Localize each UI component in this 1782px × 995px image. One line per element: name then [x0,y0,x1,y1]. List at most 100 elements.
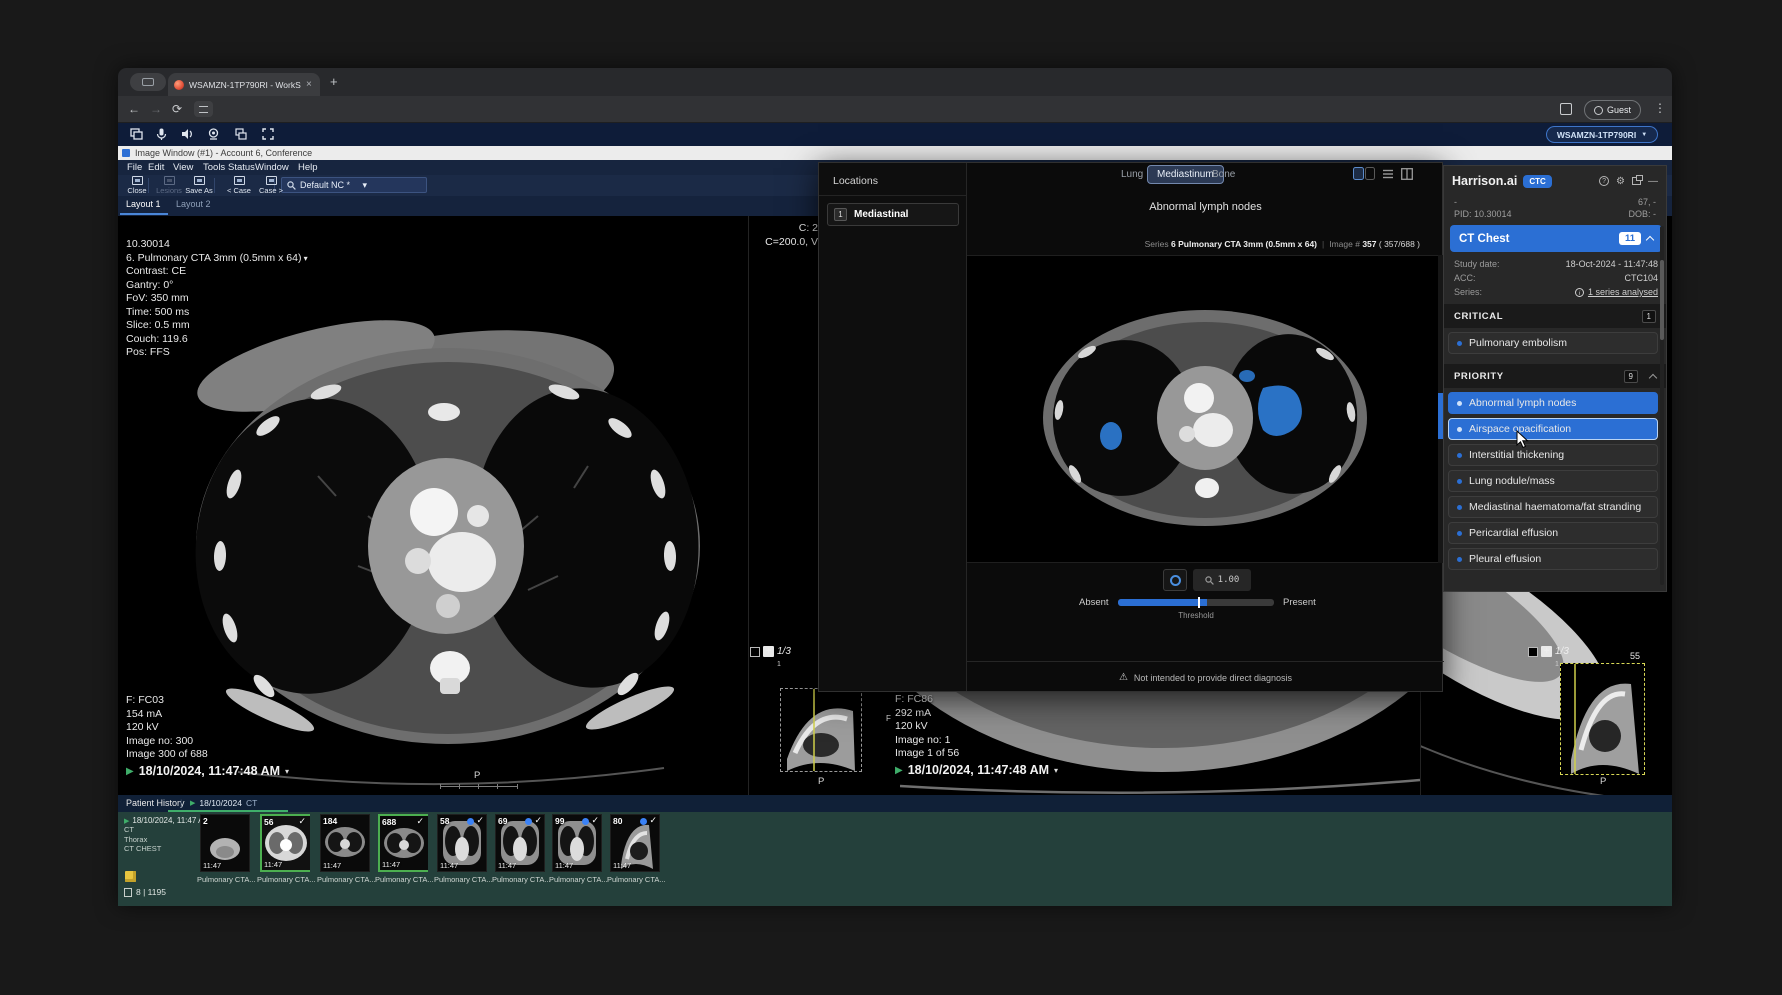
address-bar-icon[interactable] [194,101,213,117]
session-line: Thorax [124,835,202,845]
expand-stack-icon[interactable]: + [763,646,774,657]
tab-patient-history[interactable]: Patient History [126,798,185,808]
finding-item-mediastinal-haematoma-fat-stranding[interactable]: Mediastinal haematoma/fat stranding [1448,496,1658,518]
help-icon[interactable]: ? [1599,176,1609,186]
series-thumbnail-56[interactable]: 5611:47✓ [260,814,310,872]
finding-item-lung-nodule-mass[interactable]: Lung nodule/mass [1448,470,1658,492]
finding-label: Interstitial thickening [1469,449,1564,461]
study-header[interactable]: CT Chest 11 [1450,225,1662,252]
back-icon[interactable]: ← [128,102,140,116]
screens-icon[interactable] [130,128,143,140]
stack-indicator[interactable]: + 1/3 [1528,646,1569,657]
finding-item-pleural-effusion[interactable]: Pleural effusion [1448,548,1658,570]
toolbar-button-close[interactable]: Close [120,176,154,195]
slider-thumb[interactable] [1198,597,1201,608]
toolbar-button-icon [234,176,245,185]
timestamp-control[interactable]: ▶ 18/10/2024, 11:47:48 AM ▾ [895,763,1058,777]
tab-close-icon[interactable]: × [306,80,312,90]
scrollbar-thumb[interactable] [1660,260,1664,340]
menu-help[interactable]: Help [298,162,318,173]
stack-indicator[interactable]: + 1/3 [750,646,791,657]
finding-item-interstitial-thickening[interactable]: Interstitial thickening [1448,444,1658,466]
guest-profile-button[interactable]: Guest [1584,100,1641,120]
series-thumbnail-69[interactable]: 6911:47✓ [495,814,545,872]
stack-checkbox[interactable] [1528,647,1538,657]
series-thumbnail-2[interactable]: 211:47 [200,814,250,872]
toolbar-button---case[interactable]: < Case [222,176,256,195]
save-page-icon[interactable] [1560,103,1572,115]
toolbar-button-lesions[interactable]: Lesions [152,176,186,195]
findings-popup: Locations 1Mediastinal LungMediastinumBo… [818,162,1443,692]
tab-lung[interactable]: Lung [1121,169,1143,180]
list-view-icon[interactable] [1382,168,1394,180]
tab-search-pill[interactable] [130,73,166,91]
layout-grid-icon[interactable] [1401,168,1413,180]
session-info[interactable]: ▶18/10/2024, 11:47 AM CTThoraxCT CHEST [124,816,202,854]
series-thumbnail-688[interactable]: 68811:47✓ [378,814,428,872]
menu-status[interactable]: Status [228,162,255,173]
stack-checkbox[interactable] [750,647,760,657]
microphone-icon[interactable] [156,128,167,140]
layout-tab-1[interactable]: Layout 1 [126,199,161,209]
minimize-icon[interactable]: — [1648,176,1658,187]
localizer-thumbnail[interactable] [1560,663,1645,775]
chevron-up-icon[interactable] [1646,236,1654,244]
menu-window[interactable]: Window [255,162,289,173]
toolbar-button-save-as[interactable]: Save As [182,176,216,195]
threshold-slider[interactable] [1118,599,1274,606]
patient-dob: DOB: - [1628,209,1656,219]
finding-item-pulmonary-embolism[interactable]: Pulmonary embolism [1448,332,1658,354]
app-icon [122,149,130,157]
section-header-priority[interactable]: PRIORITY9 [1444,364,1666,388]
new-tab-button[interactable]: + [330,74,338,89]
menu-file[interactable]: File [127,162,142,173]
meta-label: Study date: [1454,259,1500,269]
panel-scrollbar[interactable] [1660,226,1664,585]
series-thumbnail-184[interactable]: 18411:47 [320,814,370,872]
timestamp-control[interactable]: ▶ 18/10/2024, 11:47:48 AM ▾ [126,764,289,778]
fullscreen-icon[interactable] [262,128,274,140]
series-thumbnail-99[interactable]: 9911:47✓ [552,814,602,872]
section-header-critical[interactable]: CRITICAL1 [1444,304,1666,328]
session-pill-button[interactable]: WSAMZN-1TP790RI ▼ [1546,126,1658,143]
finding-item-pericardial-effusion[interactable]: Pericardial effusion [1448,522,1658,544]
finding-dot-icon [1457,401,1462,406]
popout-icon[interactable] [1632,177,1641,185]
webcam-icon[interactable] [208,128,219,140]
windows-icon[interactable] [235,128,247,140]
toolbar-button-case--[interactable]: Case > [254,176,288,195]
browser-tab[interactable]: WSAMZN-1TP790RI - WorkS × [168,73,320,96]
patient-history-strip: Patient History | ▶ 18/10/2024CT ▶18/10/… [118,795,1672,906]
patient-id: PID: 10.30014 [1454,209,1512,219]
ct-partial-image[interactable] [900,690,1420,795]
finding-item-abnormal-lymph-nodes[interactable]: Abnormal lymph nodes [1448,392,1658,414]
popup-image-area[interactable] [967,255,1444,563]
gear-icon[interactable]: ⚙ [1616,176,1625,187]
meta-row-2: Series:i1 series analysed [1454,287,1658,297]
expand-stack-icon[interactable]: + [1541,646,1552,657]
copy-icon [124,888,132,897]
layout-tab-2[interactable]: Layout 2 [176,199,211,209]
toolbar-button-label: < Case [227,186,251,195]
speaker-icon[interactable] [181,128,194,140]
location-item-mediastinal[interactable]: 1Mediastinal [827,203,959,226]
series-thumbnail-58[interactable]: 5811:47✓ [437,814,487,872]
menu-edit[interactable]: Edit [148,162,164,173]
pane-toggle-icon[interactable] [1353,167,1375,180]
forward-icon[interactable]: → [150,102,162,116]
series-thumbnail-80[interactable]: 8011:47✓ [610,814,660,872]
browser-menu-icon[interactable]: ⋮ [1654,101,1666,115]
chevron-up-icon[interactable] [1649,373,1657,381]
localizer-thumbnail[interactable] [780,688,862,772]
tab-study-date[interactable]: ▶ 18/10/2024CT [190,798,257,808]
menu-view[interactable]: View [173,162,193,173]
finding-item-airspace-opacification[interactable]: Airspace opacification [1448,418,1658,440]
series-analysed-link[interactable]: i1 series analysed [1575,287,1658,297]
note-icon[interactable] [125,871,136,882]
threshold-caption: Threshold [1118,611,1274,620]
preset-dropdown[interactable]: Default NC * ▾ [281,177,427,193]
menu-tools[interactable]: Tools [203,162,225,173]
reload-icon[interactable]: ⟳ [172,102,182,116]
tab-bone[interactable]: Bone [1212,169,1235,180]
toolbar-button-icon [164,176,175,185]
